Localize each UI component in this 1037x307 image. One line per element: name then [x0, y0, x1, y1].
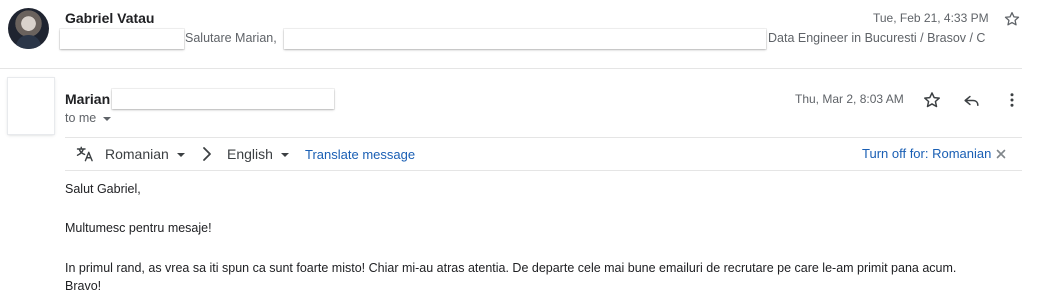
body-paragraph-2-closing: Bravo! [65, 279, 102, 293]
collapsed-sender-name: Gabriel Vatau [65, 10, 155, 26]
translate-bar-bottom-border [65, 170, 1022, 171]
chevron-right-icon [200, 146, 214, 162]
recipient-avatar[interactable] [8, 78, 54, 134]
redacted-block [284, 29, 766, 49]
more-options-icon[interactable] [1003, 91, 1021, 109]
recipient-line[interactable]: to me [65, 111, 111, 125]
source-language-select[interactable]: Romanian [105, 146, 185, 162]
snippet-greeting: Salutare Marian, [185, 31, 277, 45]
redacted-block [60, 29, 184, 49]
body-paragraph-2-text: In primul rand, as vrea sa iti spun ca s… [65, 261, 957, 275]
close-icon[interactable] [996, 149, 1006, 159]
translate-message-link[interactable]: Translate message [305, 147, 415, 162]
body-greeting: Salut Gabriel, [65, 182, 141, 196]
open-sender-name: Marian [65, 91, 111, 107]
caret-down-icon [176, 153, 185, 158]
sender-avatar[interactable] [8, 8, 49, 49]
collapsed-date: Tue, Feb 21, 4:33 PM [873, 11, 989, 25]
target-language-label: English [227, 146, 273, 162]
snippet-subject: Data Engineer in Bucuresti / Brasov / C [768, 31, 986, 45]
star-icon[interactable] [922, 90, 942, 110]
translate-bar-top-border [65, 137, 1022, 138]
caret-down-icon[interactable] [102, 116, 111, 121]
body-paragraph-2: In primul rand, as vrea sa iti spun ca s… [65, 259, 1020, 295]
body-paragraph-1: Multumesc pentru mesaje! [65, 221, 212, 235]
caret-down-icon [280, 153, 289, 158]
star-icon[interactable] [1003, 10, 1021, 28]
message-divider [0, 68, 1022, 69]
translate-icon [75, 144, 95, 164]
target-language-select[interactable]: English [227, 146, 289, 162]
reply-icon[interactable] [962, 91, 981, 110]
redacted-block [112, 89, 334, 109]
source-language-label: Romanian [105, 146, 169, 162]
turn-off-translation-link[interactable]: Turn off for: Romanian [862, 146, 991, 161]
open-date: Thu, Mar 2, 8:03 AM [795, 92, 904, 106]
recipient-label: to me [65, 111, 97, 125]
